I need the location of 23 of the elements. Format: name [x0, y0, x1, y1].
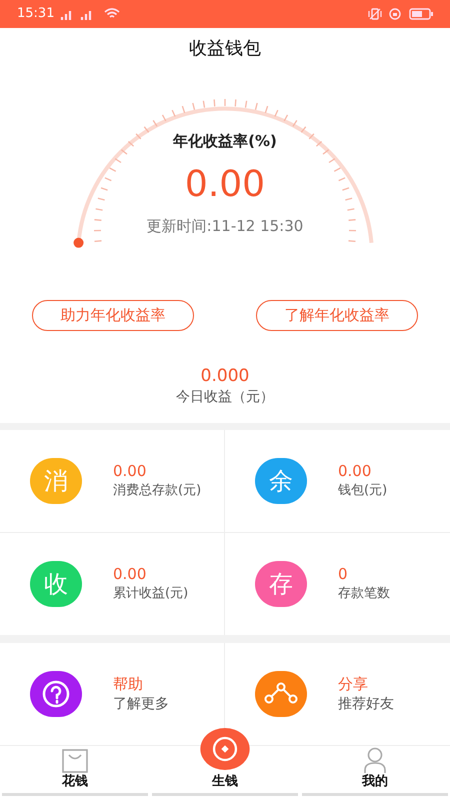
stat-value: 0.00 [113, 564, 148, 584]
link-subtitle: 了解更多 [113, 695, 169, 714]
link-subtitle: 推荐好友 [338, 695, 394, 714]
link-title[interactable]: 分享 [338, 674, 394, 694]
tab-item[interactable]: 我的 [302, 746, 448, 796]
stat-label: 钱包(元) [338, 482, 388, 500]
tab-item[interactable]: 花钱 [2, 746, 148, 796]
today-label: 今日收益（元） [176, 388, 274, 407]
rate-button[interactable]: 助力年化收益率 [32, 300, 194, 331]
stat-value: 0 [338, 564, 349, 584]
stat-value: 0.00 [113, 461, 148, 481]
stat-value: 0.00 [338, 461, 372, 481]
update-time: 更新时间:11-12 15:30 [146, 216, 304, 236]
today-value: 0.000 [200, 365, 250, 387]
rate-button[interactable]: 了解年化收益率 [256, 300, 418, 331]
gauge-label: 年化收益率(%) [173, 131, 277, 152]
gauge-value: 0.00 [184, 164, 266, 204]
link-title[interactable]: 帮助 [113, 674, 169, 694]
page-title: 收益钱包 [189, 36, 261, 60]
stat-label: 消费总存款(元) [113, 482, 202, 500]
stat-label: 累计收益(元) [113, 585, 188, 603]
stat-label: 存款笔数 [338, 585, 390, 603]
status-time: 15:31 [17, 5, 54, 24]
